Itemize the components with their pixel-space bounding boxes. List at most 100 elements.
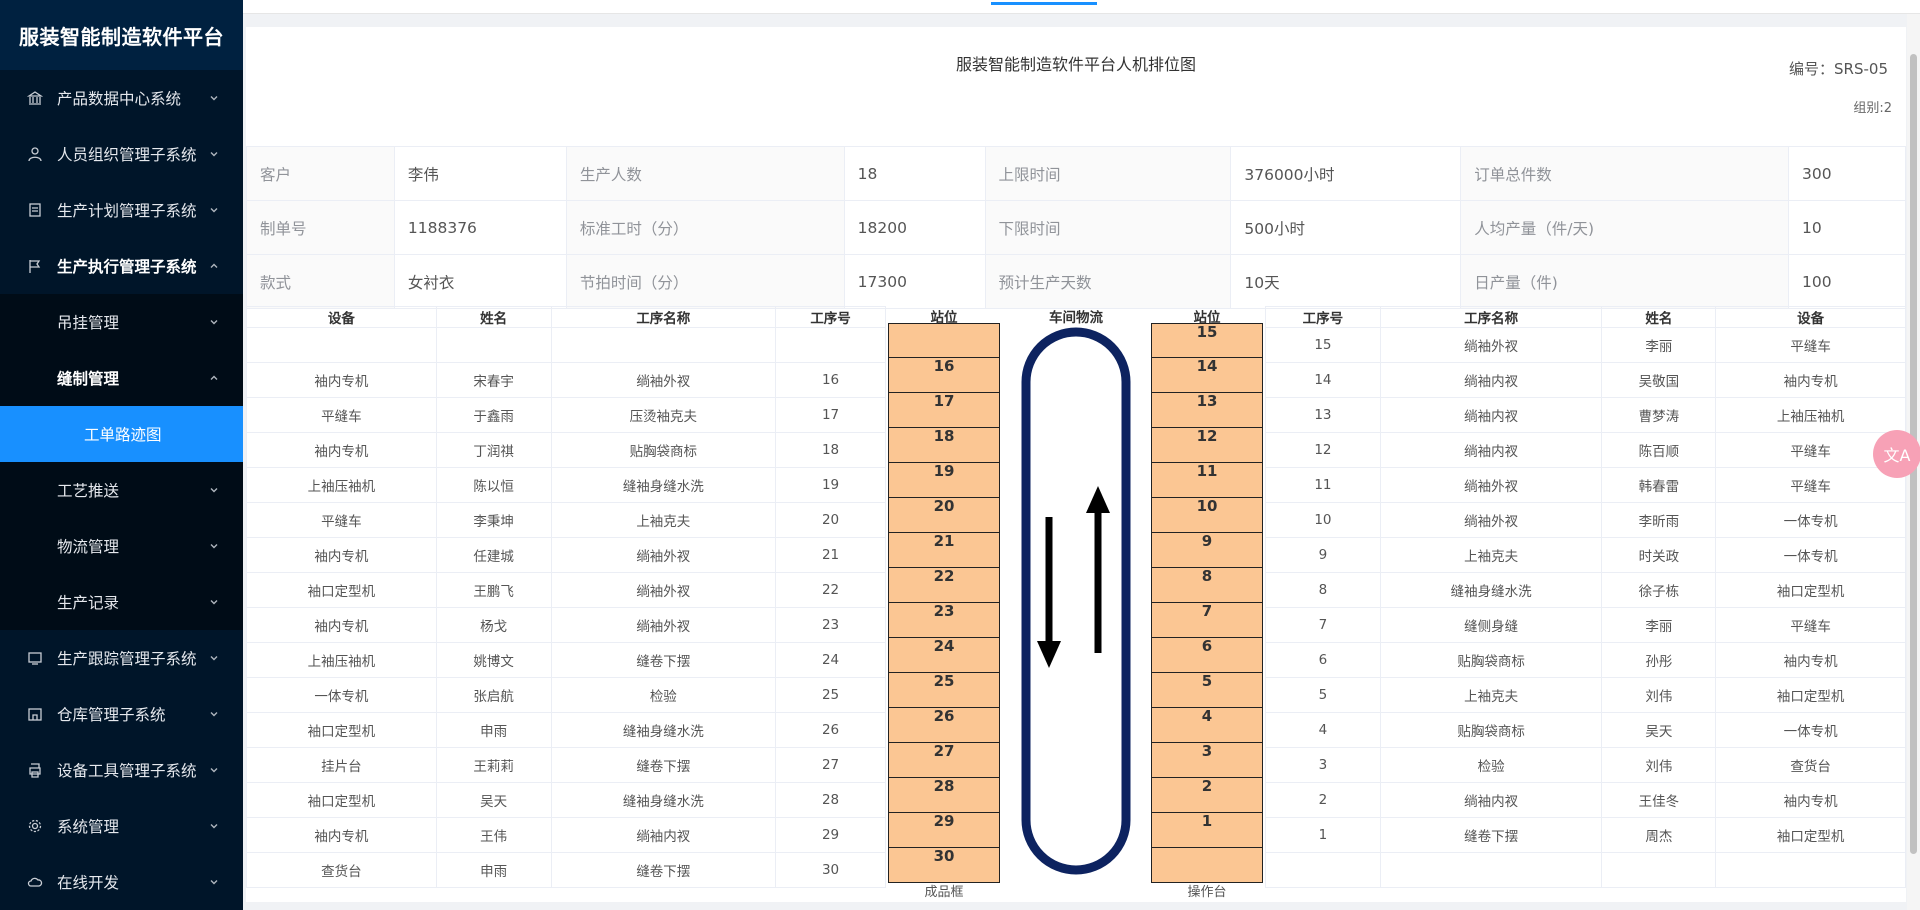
sidebar: 服装智能制造软件平台 产品数据中心系统 人员组织管理子系统 生产计划管理子系统 生产执… — [0, 0, 243, 910]
table-row: 3 检验 刘伟 查货台 — [1265, 747, 1906, 783]
table-cell: 21 — [775, 537, 886, 573]
station-cell: 6 — [1151, 638, 1263, 673]
table-cell: 陈以恒 — [435, 467, 552, 503]
active-tab-indicator — [991, 2, 1097, 5]
sidebar-item-label: 设备工具管理子系统 — [57, 762, 197, 780]
workshop-logistics: 车间物流 — [1006, 306, 1146, 887]
finished-box-label: 成品框 — [924, 885, 964, 900]
chevron-up-icon — [207, 259, 221, 273]
main-area: 服装智能制造软件平台人机排位图 编号：SRS-05 组别:2 客户 李伟 生产人数 1… — [243, 0, 1920, 910]
table-row: 14 绱袖内衩 吴敬国 袖内专机 — [1265, 362, 1906, 398]
info-table: 客户 李伟 生产人数 18 上限时间 376000小时 订单总件数 300 制单号 1188376… — [246, 146, 1906, 309]
station-cell: 2 — [1151, 778, 1263, 813]
column-header: 工序号 — [775, 306, 886, 328]
table-cell: 绱袖外衩 — [1379, 327, 1603, 363]
table-cell: 平缝车 — [1715, 327, 1906, 363]
table-row: 袖内专机 王伟 绱袖内衩 29 — [246, 817, 886, 853]
station-cell: 11 — [1151, 463, 1263, 498]
exec-submenu: 吊挂管理 缝制管理 工单路迹图工艺推送物流管理生产记录 — [0, 294, 243, 630]
table-cell: 陈百顺 — [1601, 432, 1717, 468]
table-cell: 绱袖内衩 — [1379, 782, 1603, 818]
table-cell: 绱袖外衩 — [550, 607, 777, 643]
table-cell: 王莉莉 — [435, 747, 552, 783]
table-cell — [435, 327, 552, 363]
column-header: 设备 — [1715, 306, 1906, 328]
sidebar-item-label: 工艺推送 — [57, 482, 120, 500]
station-cell: 1 — [1151, 813, 1263, 848]
sidebar-item-sewing-sub-0[interactable]: 工单路迹图 — [0, 406, 243, 462]
info-label: 下限时间 — [984, 200, 1232, 255]
table-row: 15 绱袖外衩 李丽 平缝车 — [1265, 327, 1906, 363]
table-cell: 上袖克夫 — [1379, 537, 1603, 573]
table-cell: 检验 — [1379, 747, 1603, 783]
station-cell: 28 — [888, 778, 1000, 813]
table-cell: 袖内专机 — [246, 362, 437, 398]
sidebar-item-exec-sub-2[interactable]: 工艺推送 — [0, 462, 243, 518]
table-cell: 压烫袖克夫 — [550, 397, 777, 433]
station-cell: 8 — [1151, 568, 1263, 603]
sidebar-item-main-2[interactable]: 生产计划管理子系统 — [0, 182, 243, 238]
table-cell: 22 — [775, 572, 886, 608]
info-label: 人均产量（件/天) — [1460, 200, 1789, 255]
station-header: 站位 — [930, 310, 958, 326]
right-station-column: 站位 15 14 13 12 11 10 9 8 7 6 5 4 3 2 1 操作台 — [1151, 306, 1263, 902]
info-label: 节拍时间（分） — [565, 254, 845, 309]
sidebar-item-exec-sub-3[interactable]: 物流管理 — [0, 518, 243, 574]
info-value: 1188376 — [393, 200, 567, 255]
sidebar-item-exec-sub-0[interactable]: 吊挂管理 — [0, 294, 243, 350]
left-station-column: 站位 16 17 18 19 20 21 22 23 24 25 26 27 28 29 30 成品框 — [888, 306, 1000, 902]
sidebar-item-exec-sub-4[interactable]: 生产记录 — [0, 574, 243, 630]
table-cell: 上袖克夫 — [550, 502, 777, 538]
info-value: 100 — [1787, 254, 1906, 309]
table-cell: 绱袖内衩 — [1379, 432, 1603, 468]
right-process-table: 工序号 工序名称 姓名 设备 15 绱袖外衩 李丽 平缝车 14 绱袖内衩 吴敬国 袖内专机 13 绱袖内… — [1265, 306, 1906, 888]
sidebar-item-main-0[interactable]: 产品数据中心系统 — [0, 70, 243, 126]
table-row: 1 缝卷下摆 周杰 袖口定型机 — [1265, 817, 1906, 853]
chevron-down-icon — [207, 875, 221, 889]
sidebar-item-main-1[interactable]: 人员组织管理子系统 — [0, 126, 243, 182]
chevron-down-icon — [207, 763, 221, 777]
table-row: 袖内专机 杨戈 绱袖外衩 23 — [246, 607, 886, 643]
station-cell: 7 — [1151, 603, 1263, 638]
station-cell: 17 — [888, 393, 1000, 428]
table-cell: 查货台 — [1715, 747, 1906, 783]
chevron-down-icon — [207, 147, 221, 161]
info-value: 10 — [1787, 200, 1906, 255]
chevron-down-icon — [207, 483, 221, 497]
sidebar-item-main-5[interactable]: 仓库管理子系统 — [0, 686, 243, 742]
table-cell: 袖口定型机 — [1715, 572, 1906, 608]
sidebar-item-main-6[interactable]: 设备工具管理子系统 — [0, 742, 243, 798]
chevron-down-icon — [207, 539, 221, 553]
table-row: 6 贴胸袋商标 孙彤 袖内专机 — [1265, 642, 1906, 678]
table-cell: 绱袖外衩 — [1379, 502, 1603, 538]
info-label: 标准工时（分） — [565, 200, 845, 255]
translate-icon[interactable]: 文A — [1873, 430, 1920, 478]
table-cell: 徐子栋 — [1601, 572, 1717, 608]
table-cell: 王伟 — [435, 817, 552, 853]
sidebar-item-main-4[interactable]: 生产跟踪管理子系统 — [0, 630, 243, 686]
sidebar-item-label: 仓库管理子系统 — [57, 706, 166, 724]
table-cell: 一体专机 — [1715, 537, 1906, 573]
info-value: 17300 — [843, 254, 986, 309]
table-cell: 3 — [1265, 747, 1381, 783]
sidebar-item-exec-sub-1[interactable]: 缝制管理 — [0, 350, 243, 406]
table-cell: 15 — [1265, 327, 1381, 363]
table-cell: 20 — [775, 502, 886, 538]
sidebar-item-main-7[interactable]: 系统管理 — [0, 798, 243, 854]
table-cell: 缝卷下摆 — [1379, 817, 1603, 853]
station-cell — [888, 323, 1000, 358]
sidebar-item-label: 物流管理 — [57, 538, 120, 556]
sidebar-item-main-8[interactable]: 在线开发 — [0, 854, 243, 910]
sidebar-item-main-3[interactable]: 生产执行管理子系统 — [0, 238, 243, 294]
table-cell: 5 — [1265, 677, 1381, 713]
table-row: 袖内专机 宋春宇 绱袖外衩 16 — [246, 362, 886, 398]
sidebar-menu: 产品数据中心系统 人员组织管理子系统 生产计划管理子系统 生产执行管理子系统 吊挂管理缝… — [0, 70, 243, 910]
station-cell: 3 — [1151, 743, 1263, 778]
table-row: 袖口定型机 吴天 缝袖身缝水洗 28 — [246, 782, 886, 818]
user-icon — [26, 145, 44, 163]
info-label: 上限时间 — [984, 146, 1232, 201]
table-cell: 平缝车 — [246, 502, 437, 538]
table-cell: 绱袖外衩 — [550, 537, 777, 573]
table-cell: 查货台 — [246, 852, 437, 888]
chevron-down-icon — [207, 651, 221, 665]
